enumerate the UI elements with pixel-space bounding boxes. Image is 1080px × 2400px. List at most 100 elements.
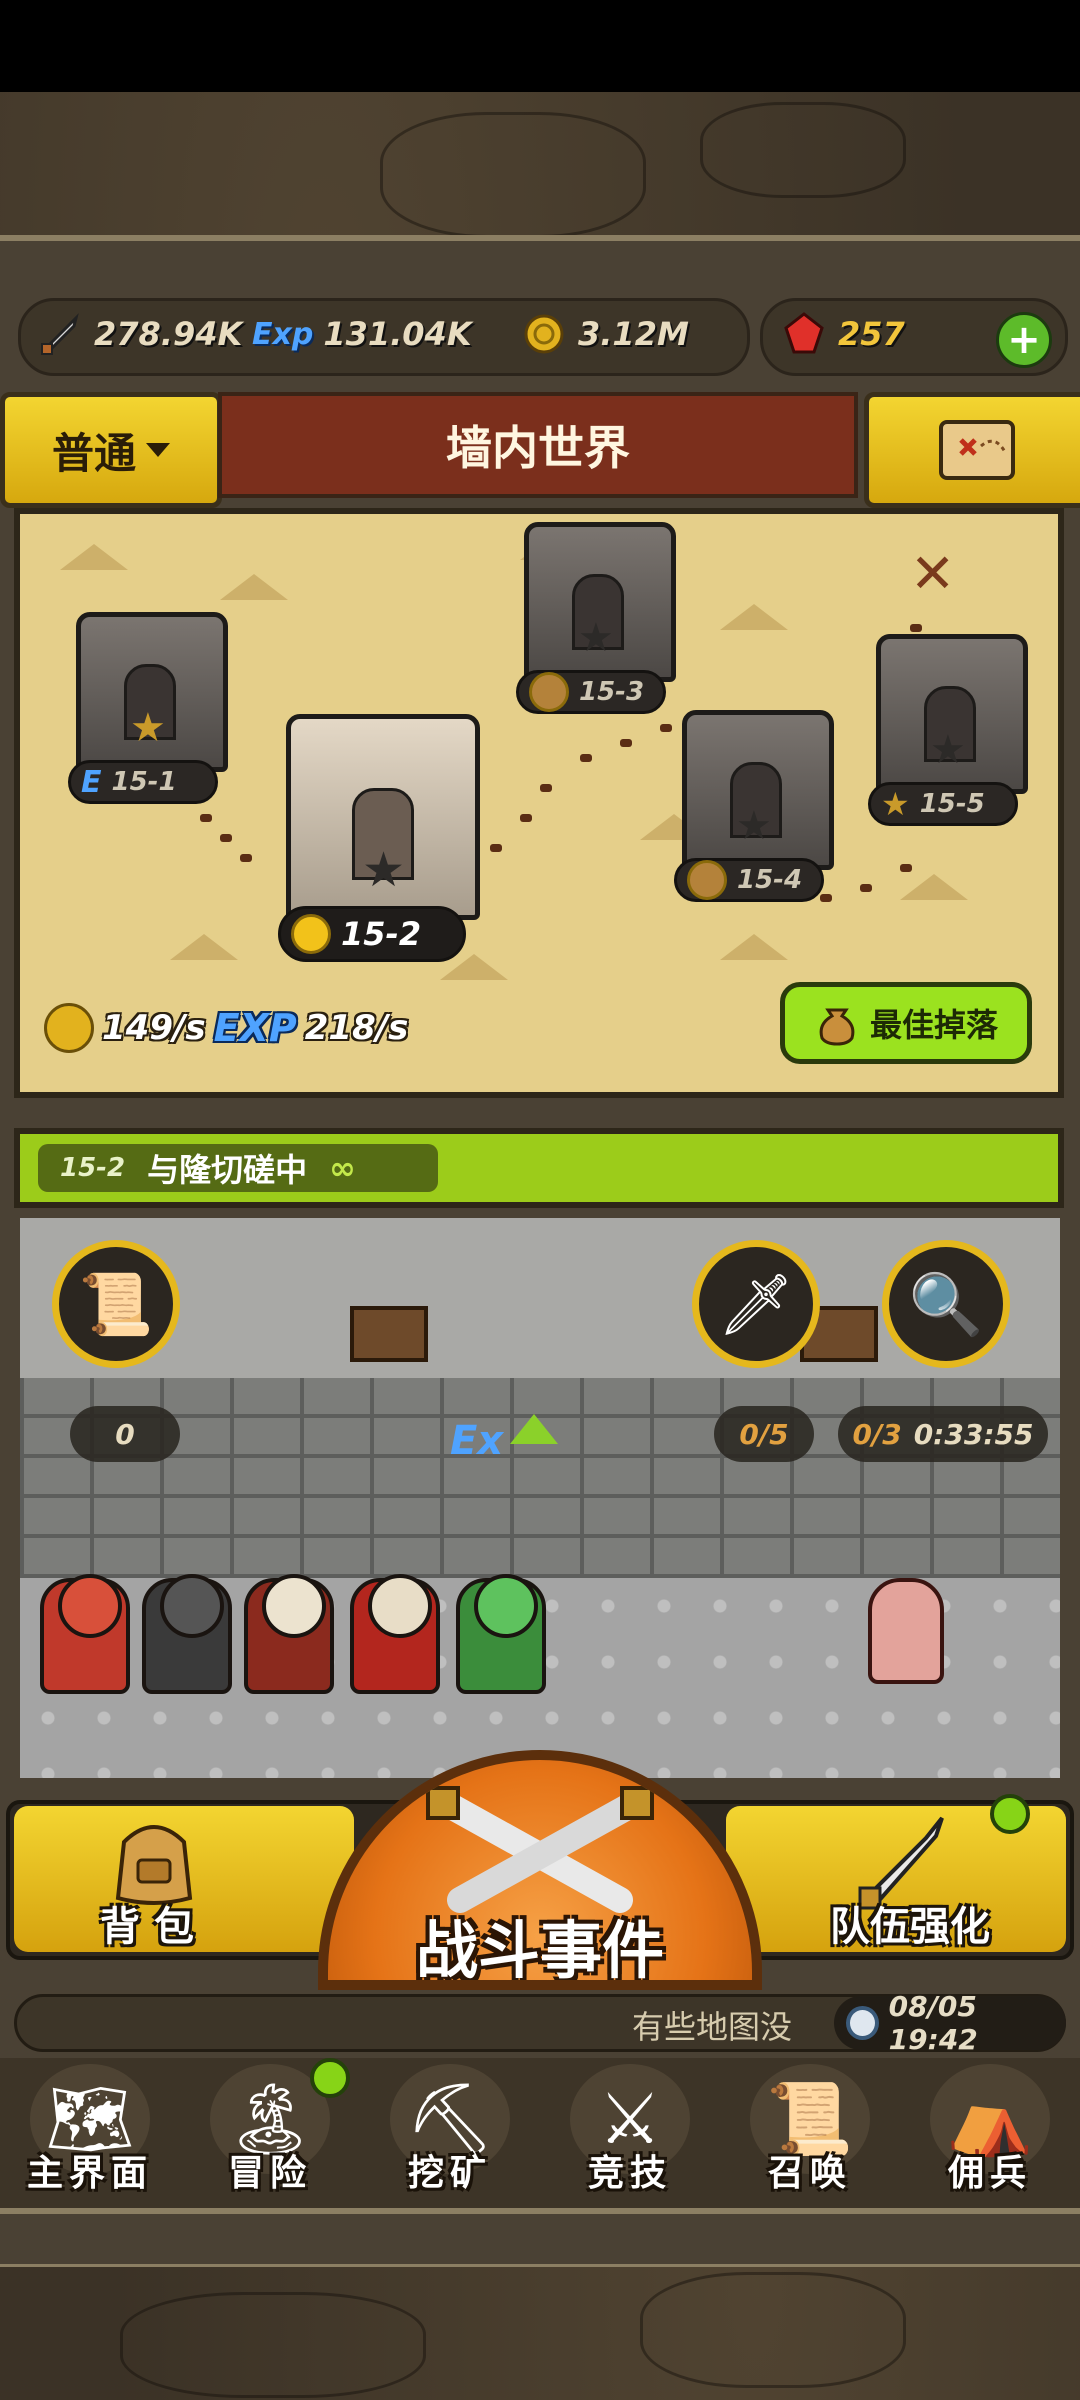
- nav-item-summon[interactable]: 📜 召唤: [720, 2058, 900, 2208]
- treasure-map-icon: [939, 420, 1015, 480]
- clock-icon: [846, 2006, 879, 2040]
- stage-node-15-1[interactable]: ★ E 15-1: [68, 612, 228, 804]
- gold-coin-icon: [44, 1003, 94, 1053]
- best-drop-label: 最佳掉落: [869, 1006, 998, 1044]
- hero-old-mage[interactable]: [244, 1574, 334, 1694]
- hero-green-hair[interactable]: [456, 1574, 546, 1694]
- stage-label: 15-2: [341, 915, 422, 953]
- bottom-nav: 🗺 主界面 🏝 冒险 ⛏ 挖矿 ⚔ 竞技 📜 召唤 ⛺ 佣兵: [0, 2058, 1080, 2208]
- adventure-notification-dot: [310, 2058, 350, 2098]
- scroll-event-button[interactable]: 📜: [52, 1240, 180, 1368]
- current-stage-strip: 15-2 与隆切磋中 ∞: [14, 1128, 1064, 1208]
- star-icon: ★: [362, 842, 406, 898]
- star-icon: ★: [578, 615, 614, 661]
- add-gems-button[interactable]: +: [996, 312, 1052, 368]
- current-stage-number: 15-2: [60, 1153, 126, 1183]
- battle-event-label: 战斗事件: [415, 1914, 664, 1987]
- search-timer: 0:33:55: [913, 1417, 1034, 1451]
- scroll-count-pill: 0: [70, 1406, 180, 1462]
- current-time: 08/05 19:42: [888, 1990, 978, 2056]
- ruby-icon: [784, 312, 824, 354]
- scroll-count: 0: [115, 1417, 135, 1451]
- gold-rate: 149/s: [102, 1008, 206, 1048]
- nav-item-mining[interactable]: ⛏ 挖矿: [360, 2058, 540, 2208]
- stage-label: 15-3: [579, 677, 645, 707]
- time-display: 08/05 19:42: [834, 1990, 1066, 2056]
- stage-label: 15-4: [737, 865, 803, 895]
- stage-label: 15-5: [919, 789, 985, 819]
- sword-event-button[interactable]: 🗡: [692, 1240, 820, 1368]
- backpack-button[interactable]: 背包: [14, 1806, 354, 1952]
- gold-resource: 3.12M: [520, 306, 689, 362]
- gold-value: 3.12M: [578, 315, 689, 353]
- exp-boost-icon: Ex: [450, 1418, 504, 1464]
- nav-label: 主界面: [26, 2153, 153, 2194]
- search-event-button[interactable]: 🔍: [882, 1240, 1010, 1368]
- exp-icon: Exp: [252, 316, 314, 352]
- hero-dark-knight[interactable]: [142, 1574, 232, 1694]
- stage-node-15-3[interactable]: ★ 15-3: [516, 522, 676, 714]
- nav-label: 竞技: [587, 2153, 672, 2194]
- world-title: 墙内世界: [446, 421, 630, 475]
- sword-icon: 🗡: [717, 1269, 795, 1340]
- loot-bag-icon: [819, 1008, 855, 1046]
- exp-boost-arrow-icon: [510, 1414, 558, 1444]
- income-rates: 149/s EXP 218/s: [44, 1000, 408, 1056]
- exp-value: 131.04K: [323, 315, 472, 353]
- magnifier-icon: 🔍: [908, 1269, 984, 1340]
- stage-node-15-2[interactable]: ★ 15-2: [278, 714, 480, 962]
- search-count: 0/3: [852, 1417, 902, 1451]
- nav-label: 挖矿: [407, 2153, 492, 2194]
- nav-label: 冒险: [227, 2153, 312, 2194]
- current-stage-status: 与隆切磋中: [147, 1151, 308, 1189]
- star-icon: ★: [930, 727, 966, 773]
- difficulty-dropdown[interactable]: 普通: [0, 392, 222, 508]
- world-title-banner: 墙内世界: [218, 392, 858, 498]
- gem-value: 257: [838, 315, 905, 353]
- bottom-frame: [0, 2208, 1080, 2264]
- sword-count-pill: 0/5: [714, 1406, 814, 1462]
- difficulty-label: 普通: [51, 428, 136, 478]
- exp-icon: EXP: [213, 1006, 297, 1050]
- letter-e-icon: E: [81, 764, 102, 800]
- coin-bag-icon: [529, 672, 569, 712]
- star-icon: ★: [736, 803, 772, 849]
- sword-icon: [41, 313, 79, 355]
- ticker-message: 有些地图没: [632, 2008, 793, 2046]
- destination-x-icon: ✕: [910, 542, 956, 605]
- nav-label: 佣兵: [947, 2153, 1032, 2194]
- nav-item-arena[interactable]: ⚔ 竞技: [540, 2058, 720, 2208]
- gold-star-icon: ★: [881, 785, 910, 823]
- status-bar: [0, 0, 1080, 92]
- attack-value: 278.94K: [94, 315, 243, 353]
- attack-resource: 278.94K: [36, 306, 242, 362]
- enemy-flesh-monster[interactable]: [868, 1578, 944, 1684]
- loot-bag-icon: [687, 860, 727, 900]
- stage-label: 15-1: [111, 767, 177, 797]
- best-drop-button[interactable]: 最佳掉落: [780, 982, 1032, 1064]
- nav-item-main[interactable]: 🗺 主界面: [0, 2058, 180, 2208]
- backpack-label: 背包: [100, 1904, 208, 1950]
- team-upgrade-notification-dot: [990, 1794, 1030, 1834]
- nav-item-mercenary[interactable]: ⛺ 佣兵: [900, 2058, 1080, 2208]
- gem-resource: 257: [780, 306, 905, 362]
- caret-down-icon: [146, 443, 170, 457]
- battle-scene: 📜 0 🗡 0/5 🔍 0/3 0:33:55 Ex: [20, 1218, 1060, 1778]
- hero-red-knight[interactable]: [40, 1574, 130, 1694]
- infinity-icon: ∞: [329, 1149, 356, 1187]
- exp-rate: 218/s: [304, 1008, 409, 1048]
- gold-coin-icon: [291, 914, 331, 954]
- stage-node-15-4[interactable]: ★ 15-4: [674, 710, 834, 902]
- nav-label: 召唤: [767, 2153, 852, 2194]
- exp-resource: Exp 131.04K: [252, 306, 472, 362]
- team-upgrade-label: 队伍强化: [830, 1904, 990, 1950]
- nav-item-adventure[interactable]: 🏝 冒险: [180, 2058, 360, 2208]
- world-map-button[interactable]: [864, 392, 1080, 508]
- search-count-pill: 0/3 0:33:55: [838, 1406, 1048, 1462]
- stage-node-15-5[interactable]: ★ ★ 15-5: [868, 634, 1028, 826]
- star-icon: ★: [130, 705, 166, 751]
- scroll-icon: 📜: [78, 1269, 154, 1340]
- gold-coins-icon: [524, 314, 564, 354]
- crossed-swords-icon: [426, 1786, 654, 1913]
- hero-white-hair[interactable]: [350, 1574, 440, 1694]
